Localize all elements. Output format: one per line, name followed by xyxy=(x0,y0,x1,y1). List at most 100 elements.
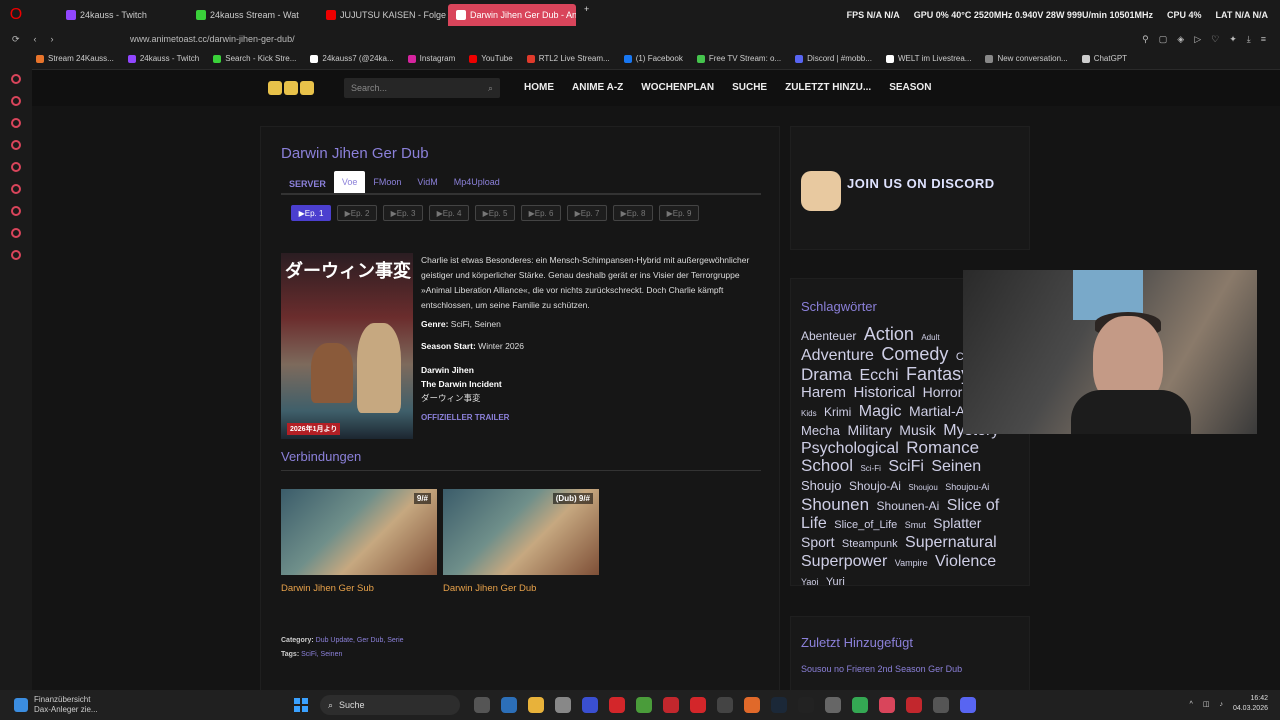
connection-card[interactable]: 9/# Darwin Jihen Ger Sub xyxy=(281,489,437,594)
snapshot-icon[interactable]: ▢ xyxy=(1159,34,1168,45)
shield-icon[interactable]: ◈ xyxy=(1177,34,1184,45)
tag-link[interactable]: Sci-Fi xyxy=(860,464,880,473)
menu-item[interactable]: SUCHE xyxy=(732,82,767,93)
menu-item[interactable]: ANIME A-Z xyxy=(572,82,623,93)
tag-link[interactable]: Sport xyxy=(801,534,834,550)
menu-item[interactable]: HOME xyxy=(524,82,554,93)
episode-button[interactable]: ▶ Ep. 2 xyxy=(337,205,377,221)
episode-button[interactable]: ▶ Ep. 3 xyxy=(383,205,423,221)
opera-logo-icon[interactable]: O xyxy=(0,6,32,24)
tag-link[interactable]: Horror xyxy=(923,384,963,400)
episode-button[interactable]: ▶ Ep. 6 xyxy=(521,205,561,221)
tag-link[interactable]: Seinen xyxy=(931,458,981,475)
menu-item[interactable]: ZULETZT HINZU... xyxy=(785,82,871,93)
episode-button[interactable]: ▶ Ep. 9 xyxy=(659,205,699,221)
tag-link[interactable]: Mecha xyxy=(801,423,840,438)
heart-icon[interactable]: ♡ xyxy=(1211,34,1219,45)
tag-link[interactable]: Shoujo-Ai xyxy=(849,479,901,493)
tag-link[interactable]: Abenteuer xyxy=(801,329,856,343)
bookmark-item[interactable]: Stream 24Kauss... xyxy=(36,54,114,63)
pin-icon[interactable]: ⚲ xyxy=(1142,34,1149,45)
tag-link[interactable]: Ecchi xyxy=(859,367,898,384)
news-widget[interactable]: Finanzübersicht Dax-Anleger zie... xyxy=(14,695,98,715)
tag-link[interactable]: Violence xyxy=(935,553,996,570)
tag-link[interactable]: Adventure xyxy=(801,347,874,364)
url-field[interactable]: www.animetoast.cc/darwin-jihen-ger-dub/ xyxy=(130,34,295,44)
tag-link[interactable]: Drama xyxy=(801,365,852,384)
bookmark-item[interactable]: WELT im Livestrea... xyxy=(885,54,971,63)
sidebar-icon[interactable] xyxy=(11,184,21,194)
bookmark-item[interactable]: 24kauss7 (@24ka... xyxy=(310,54,394,63)
search-icon[interactable]: ⌕ xyxy=(488,83,493,94)
site-search-input[interactable]: Search... ⌕ xyxy=(344,78,500,98)
tag-link[interactable]: Yaoi xyxy=(801,577,818,587)
taskbar-app-icon[interactable] xyxy=(690,697,706,713)
browser-tab[interactable]: 24kauss - Twitch xyxy=(58,4,186,26)
bookmark-item[interactable]: RTL2 Live Stream... xyxy=(526,54,610,63)
connection-thumbnail[interactable]: (Dub) 9/# xyxy=(443,489,599,575)
tag-link[interactable]: Shounen xyxy=(801,495,869,514)
connection-title[interactable]: Darwin Jihen Ger Dub xyxy=(443,583,599,594)
bookmark-item[interactable]: New conversation... xyxy=(985,54,1068,63)
taskbar-app-icon[interactable] xyxy=(960,697,976,713)
tag-link[interactable]: Psychological xyxy=(801,440,899,457)
taskbar-app-icon[interactable] xyxy=(555,697,571,713)
server-tab[interactable]: Mp4Upload xyxy=(446,177,508,193)
menu-item[interactable]: WOCHENPLAN xyxy=(641,82,714,93)
tag-link[interactable]: Romance xyxy=(906,438,979,457)
tag-link[interactable]: Shounen-Ai xyxy=(877,499,940,513)
reload-icon[interactable]: ⟳ xyxy=(12,34,20,45)
taskbar-app-icon[interactable] xyxy=(906,697,922,713)
tag-link[interactable]: Steampunk xyxy=(842,538,898,550)
tag-link[interactable]: Military xyxy=(847,422,891,438)
bookmark-item[interactable]: 24kauss - Twitch xyxy=(127,54,199,63)
play-icon[interactable]: ▷ xyxy=(1194,34,1201,45)
bookmark-item[interactable]: YouTube xyxy=(469,54,513,63)
sidebar-icon[interactable] xyxy=(11,162,21,172)
tag-link[interactable]: Shoujou-Ai xyxy=(945,482,989,492)
tag-link[interactable]: Smut xyxy=(905,520,926,530)
bookmark-item[interactable]: ChatGPT xyxy=(1081,54,1127,63)
episode-button[interactable]: ▶ Ep. 8 xyxy=(613,205,653,221)
server-tab[interactable]: VidM xyxy=(409,177,445,193)
tray-chevron-icon[interactable]: ^ xyxy=(1190,701,1193,708)
taskbar-app-icon[interactable] xyxy=(825,697,841,713)
connection-title[interactable]: Darwin Jihen Ger Sub xyxy=(281,583,437,594)
tag-link[interactable]: Magic xyxy=(859,403,902,420)
tag-link[interactable]: SciFi xyxy=(888,458,924,475)
network-icon[interactable]: ◫ xyxy=(1203,700,1210,708)
tag-link[interactable]: Slice_of_Life xyxy=(834,519,897,531)
episode-button[interactable]: ▶ Ep. 7 xyxy=(567,205,607,221)
taskbar-app-icon[interactable] xyxy=(636,697,652,713)
bookmark-item[interactable]: Search - Kick Stre... xyxy=(213,54,296,63)
tag-link[interactable]: Splatter xyxy=(933,515,981,531)
taskbar-app-icon[interactable] xyxy=(582,697,598,713)
tag-link[interactable]: School xyxy=(801,456,853,475)
tag-link[interactable]: Action xyxy=(864,324,914,344)
taskbar-app-icon[interactable] xyxy=(852,697,868,713)
sidebar-icon[interactable] xyxy=(11,96,21,106)
taskbar-app-icon[interactable] xyxy=(933,697,949,713)
extensions-icon[interactable]: ✦ xyxy=(1229,34,1237,45)
trailer-link[interactable]: OFFIZIELLER TRAILER xyxy=(421,413,509,422)
forward-icon[interactable]: › xyxy=(51,34,54,45)
bookmark-item[interactable]: Instagram xyxy=(407,54,455,63)
recent-item[interactable]: Sousou no Frieren 2nd Season Ger Dub xyxy=(801,664,1019,674)
sidebar-icon[interactable] xyxy=(11,74,21,84)
connection-card[interactable]: (Dub) 9/# Darwin Jihen Ger Dub xyxy=(443,489,599,594)
tag-link[interactable]: Supernatural xyxy=(905,534,997,551)
tag-link[interactable]: Superpower xyxy=(801,553,887,570)
browser-tab[interactable]: JUJUTSU KAISEN - Folge xyxy=(318,4,446,26)
volume-icon[interactable]: ♪ xyxy=(1219,701,1223,708)
menu-item[interactable]: SEASON xyxy=(889,82,931,93)
windows-start-icon[interactable] xyxy=(294,698,308,712)
tag-link[interactable]: Shoujou xyxy=(908,483,937,492)
clock[interactable]: 16:42 04.03.2026 xyxy=(1233,694,1268,714)
taskbar-app-icon[interactable] xyxy=(771,697,787,713)
server-tab[interactable]: Voe xyxy=(333,171,366,193)
taskbar-app-icon[interactable] xyxy=(474,697,490,713)
bookmark-item[interactable]: Discord | #mobb... xyxy=(795,54,872,63)
tag-link[interactable]: Fantasy xyxy=(906,364,970,384)
sidebar-icon[interactable] xyxy=(11,228,21,238)
taskbar-app-icon[interactable] xyxy=(609,697,625,713)
